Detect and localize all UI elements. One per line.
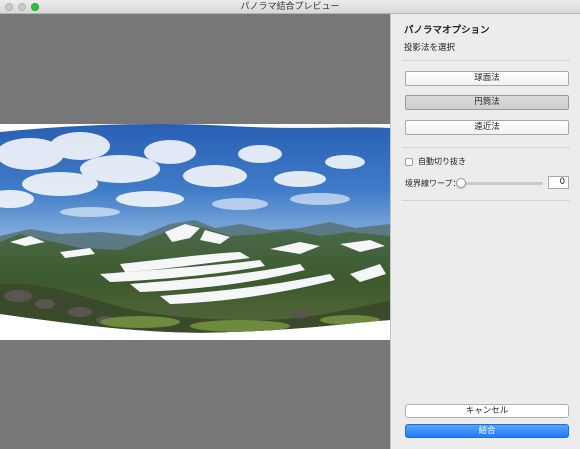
panel-title: パノラマオプション [404, 25, 490, 36]
window-title: パノラマ結合プレビュー [240, 2, 340, 12]
auto-crop-row[interactable]: 自動切り抜き [405, 156, 466, 167]
divider [402, 60, 570, 61]
boundary-warp-slider-knob[interactable] [456, 178, 466, 188]
panorama-preview-image [0, 124, 390, 340]
projection-perspective-button[interactable]: 遠近法 [405, 120, 569, 135]
boundary-warp-slider[interactable] [460, 182, 543, 185]
projection-section-label: 投影法を選択 [404, 43, 456, 53]
auto-crop-checkbox[interactable] [405, 157, 413, 166]
window-titlebar: パノラマ結合プレビュー [0, 0, 580, 14]
options-panel: パノラマオプション 投影法を選択 球面法 円筒法 遠近法 自動切り抜き 境界線ワ… [390, 14, 580, 449]
auto-crop-label: 自動切り抜き [418, 157, 466, 166]
cancel-button[interactable]: キャンセル [405, 404, 569, 418]
merge-button[interactable]: 結合 [405, 424, 569, 438]
divider [402, 147, 570, 148]
divider [402, 200, 570, 201]
panorama-preview-area [0, 14, 390, 449]
projection-cylindrical-button[interactable]: 円筒法 [405, 95, 569, 110]
boundary-warp-label: 境界線ワープ： [405, 179, 461, 188]
projection-spherical-button[interactable]: 球面法 [405, 71, 569, 86]
boundary-warp-value-field[interactable]: 0 [548, 176, 569, 189]
